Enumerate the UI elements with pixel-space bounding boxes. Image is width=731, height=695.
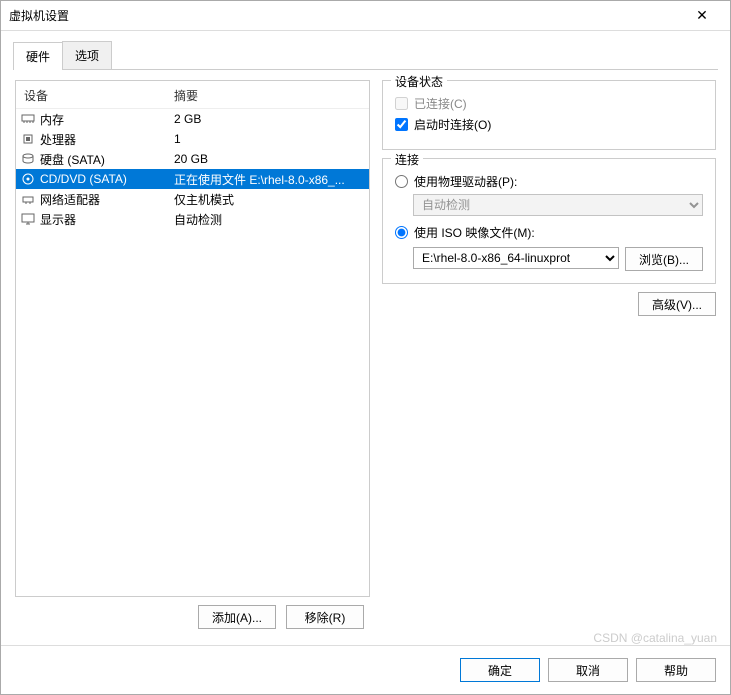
browse-button[interactable]: 浏览(B)... [625, 247, 703, 271]
device-row[interactable]: CD/DVD (SATA)正在使用文件 E:\rhel-8.0-x86_... [16, 169, 369, 189]
header-device: 设备 [24, 87, 174, 104]
header-summary: 摘要 [174, 87, 361, 104]
device-list-panel: 设备 摘要 内存2 GB处理器1硬盘 (SATA)20 GBCD/DVD (SA… [15, 80, 370, 597]
tab-options[interactable]: 选项 [62, 41, 112, 69]
cancel-button[interactable]: 取消 [548, 658, 628, 682]
disk-icon [20, 152, 36, 166]
footer: 确定 取消 帮助 [1, 645, 730, 694]
device-summary: 2 GB [174, 112, 363, 126]
add-button[interactable]: 添加(A)... [198, 605, 276, 629]
titlebar: 虚拟机设置 ✕ [1, 1, 730, 31]
left-buttons: 添加(A)... 移除(R) [15, 597, 370, 637]
use-physical-row[interactable]: 使用物理驱动器(P): [395, 173, 703, 190]
tab-hardware[interactable]: 硬件 [13, 42, 63, 70]
device-row[interactable]: 硬盘 (SATA)20 GB [16, 149, 369, 169]
device-name: 网络适配器 [40, 191, 174, 208]
device-row[interactable]: 显示器自动检测 [16, 209, 369, 229]
close-icon[interactable]: ✕ [682, 7, 722, 24]
device-name: 硬盘 (SATA) [40, 151, 174, 168]
connect-poweron-row[interactable]: 启动时连接(O) [395, 116, 703, 133]
advanced-row: 高级(V)... [382, 292, 716, 316]
device-row[interactable]: 处理器1 [16, 129, 369, 149]
connected-checkbox-row: 已连接(C) [395, 95, 703, 112]
device-row[interactable]: 内存2 GB [16, 109, 369, 129]
main-area: 设备 摘要 内存2 GB处理器1硬盘 (SATA)20 GBCD/DVD (SA… [13, 70, 718, 641]
connected-checkbox [395, 97, 408, 110]
device-status-title: 设备状态 [391, 73, 447, 90]
window-title: 虚拟机设置 [9, 7, 682, 24]
use-iso-radio[interactable] [395, 226, 408, 239]
connected-label: 已连接(C) [414, 95, 467, 112]
use-physical-radio[interactable] [395, 175, 408, 188]
cpu-icon [20, 132, 36, 146]
use-iso-label: 使用 ISO 映像文件(M): [414, 224, 535, 241]
use-physical-label: 使用物理驱动器(P): [414, 173, 517, 190]
use-iso-row[interactable]: 使用 ISO 映像文件(M): [395, 224, 703, 241]
device-name: 处理器 [40, 131, 174, 148]
remove-button[interactable]: 移除(R) [286, 605, 364, 629]
device-summary: 仅主机模式 [174, 191, 363, 208]
memory-icon [20, 112, 36, 126]
device-status-group: 设备状态 已连接(C) 启动时连接(O) [382, 80, 716, 150]
connection-title: 连接 [391, 151, 423, 168]
device-summary: 20 GB [174, 152, 363, 166]
display-icon [20, 212, 36, 226]
advanced-button[interactable]: 高级(V)... [638, 292, 716, 316]
net-icon [20, 192, 36, 206]
tabs: 硬件 选项 [13, 41, 718, 70]
device-name: 显示器 [40, 211, 174, 228]
connection-group: 连接 使用物理驱动器(P): 自动检测 使用 ISO 映像文件(M): E: [382, 158, 716, 284]
device-row[interactable]: 网络适配器仅主机模式 [16, 189, 369, 209]
list-header: 设备 摘要 [16, 81, 369, 109]
device-name: CD/DVD (SATA) [40, 172, 174, 186]
device-summary: 正在使用文件 E:\rhel-8.0-x86_... [174, 171, 363, 188]
device-list[interactable]: 内存2 GB处理器1硬盘 (SATA)20 GBCD/DVD (SATA)正在使… [16, 109, 369, 596]
connect-poweron-checkbox[interactable] [395, 118, 408, 131]
device-name: 内存 [40, 111, 174, 128]
cd-icon [20, 172, 36, 186]
device-summary: 1 [174, 132, 363, 146]
content: 硬件 选项 设备 摘要 内存2 GB处理器1硬盘 (SATA)20 GBCD/D… [1, 31, 730, 645]
connect-poweron-label: 启动时连接(O) [414, 116, 491, 133]
help-button[interactable]: 帮助 [636, 658, 716, 682]
iso-path-select[interactable]: E:\rhel-8.0-x86_64-linuxprot [413, 247, 619, 269]
physical-drive-select: 自动检测 [413, 194, 703, 216]
ok-button[interactable]: 确定 [460, 658, 540, 682]
right-panel: 设备状态 已连接(C) 启动时连接(O) 连接 使用物理驱动器(P): [382, 80, 716, 637]
device-summary: 自动检测 [174, 211, 363, 228]
